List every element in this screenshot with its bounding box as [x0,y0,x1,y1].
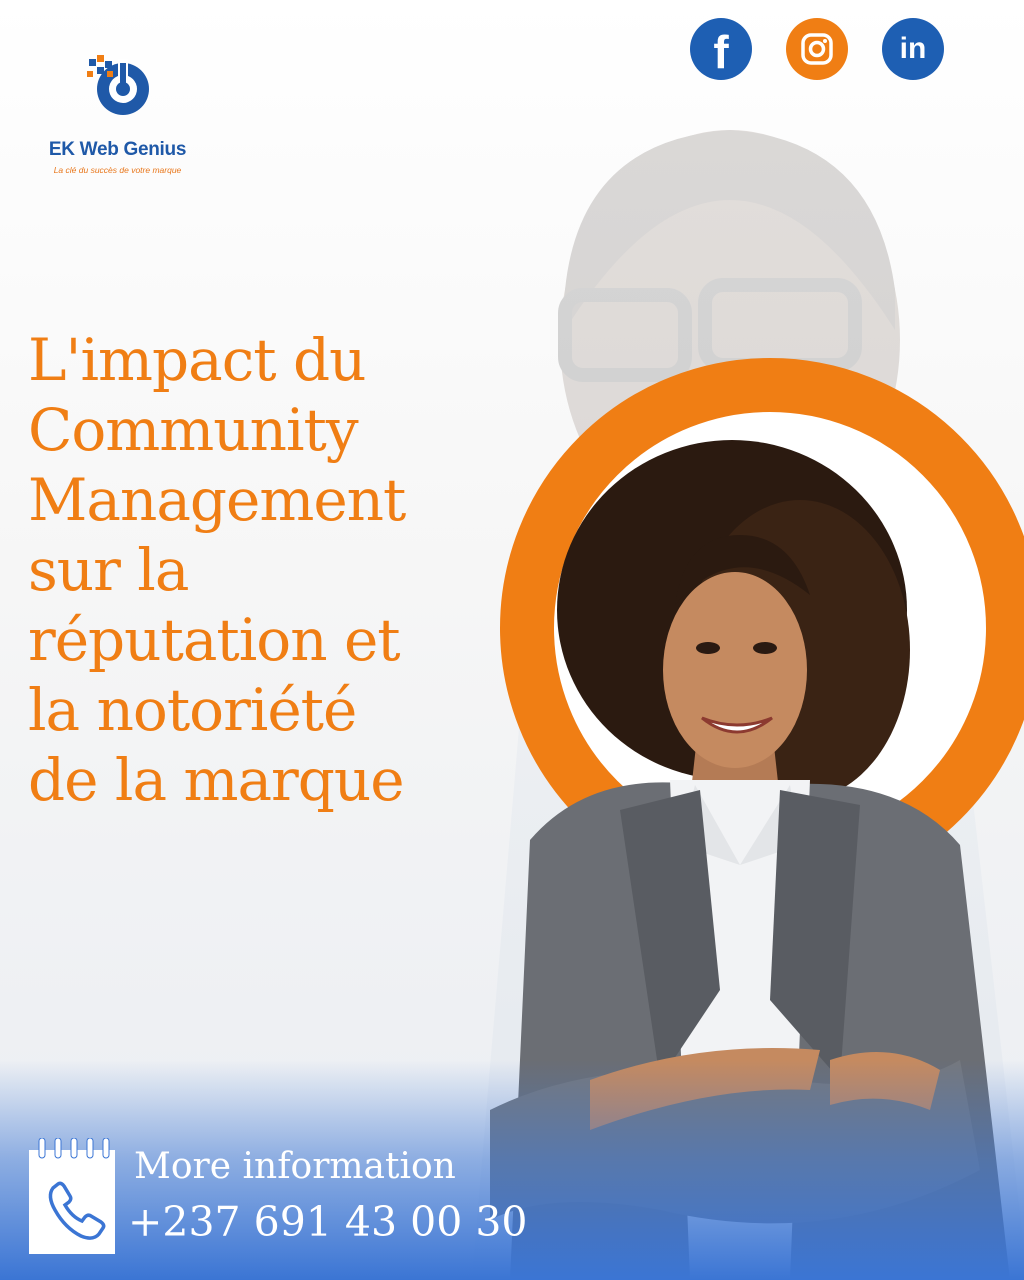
phone-number[interactable]: +237 691 43 00 30 [128,1198,528,1246]
key-logo-icon [87,55,149,115]
instagram-glyph [801,33,833,65]
facebook-glyph: f [713,26,729,78]
headline: L'impact du Community Management sur la … [28,325,518,815]
instagram-icon[interactable] [786,18,848,80]
brand-logo: EK Web Genius La clé du succès de votre … [30,55,205,185]
phone-notepad-icon [29,1138,115,1254]
brand-name: EK Web Genius [48,139,187,160]
more-info-label: More information [134,1146,456,1187]
brand-tagline: La clé du succès de votre marque [53,165,182,175]
headline-line: L'impact du [28,326,366,394]
headline-line: Management [28,466,406,534]
headline-line: réputation et [28,606,401,674]
headline-line: sur la [28,536,189,604]
facebook-icon[interactable]: f [690,18,752,80]
headline-line: Community [28,396,359,464]
poster: EK Web Genius La clé du succès de votre … [0,0,1024,1280]
linkedin-glyph: in [899,32,927,65]
headline-line: la notoriété [28,676,357,744]
headline-line: de la marque [28,746,405,814]
linkedin-icon[interactable]: in [882,18,944,80]
